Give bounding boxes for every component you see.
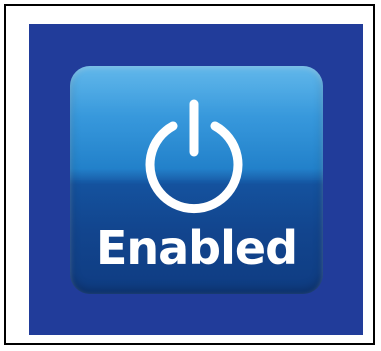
image-frame: Enabled [4, 4, 375, 345]
enabled-status-button[interactable]: Enabled [70, 66, 323, 294]
power-icon [145, 99, 243, 214]
background-panel: Enabled [29, 24, 363, 335]
status-label: Enabled [95, 221, 298, 275]
